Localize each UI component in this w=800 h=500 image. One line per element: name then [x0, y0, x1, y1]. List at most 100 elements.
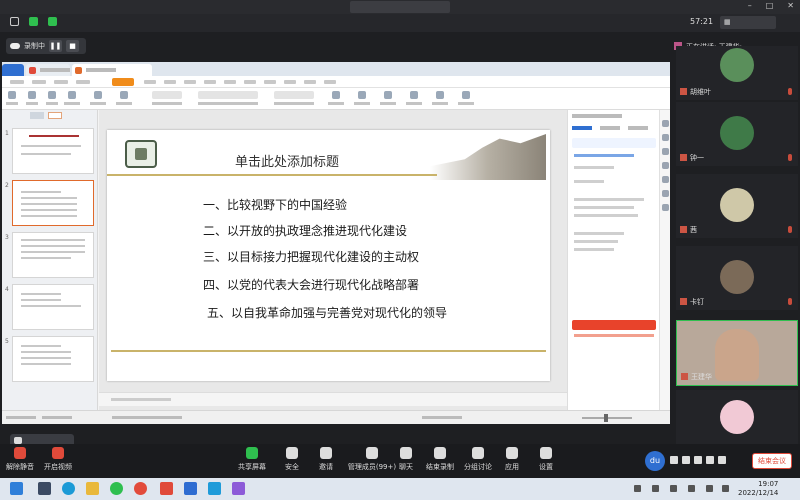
- ime-settings-icon[interactable]: [718, 456, 726, 464]
- maximize-icon[interactable]: □: [766, 1, 774, 10]
- shared-screen: 1 2 3 4 5 单击此处添加标题 一、比较视野下的中国经验 二、以开放的执政…: [2, 62, 670, 447]
- recording-indicator: 录制中 ❚❚ ■: [6, 38, 86, 54]
- outline-tab[interactable]: [30, 112, 44, 119]
- participant-tile[interactable]: 卡钉: [676, 246, 798, 310]
- side-tool-strip: [659, 110, 670, 410]
- speaker-notes[interactable]: [99, 392, 567, 406]
- group-icon: [472, 447, 484, 459]
- meeting-status-icons: [10, 17, 57, 26]
- pause-recording-button[interactable]: ❚❚: [49, 40, 62, 52]
- tray-icon[interactable]: [634, 485, 641, 492]
- close-icon[interactable]: ✕: [787, 1, 794, 10]
- menu-start-button[interactable]: [112, 78, 134, 86]
- settings-button[interactable]: 设置: [526, 447, 566, 472]
- app-icon[interactable]: [232, 482, 245, 495]
- mic-muted-icon: [788, 298, 792, 305]
- stop-recording-button[interactable]: ■: [66, 40, 79, 52]
- system-clock[interactable]: 19:07 2022/12/14: [738, 480, 778, 498]
- baidu-input-icon[interactable]: du: [645, 451, 665, 471]
- participant-avatar: [720, 116, 754, 150]
- unmute-button[interactable]: 解除静音: [0, 447, 40, 472]
- info-icon[interactable]: [10, 17, 19, 26]
- participant-avatar: [720, 260, 754, 294]
- app-icon[interactable]: [184, 482, 197, 495]
- slide-title[interactable]: 单击此处添加标题: [235, 151, 339, 170]
- invite-button[interactable]: 邀请: [306, 447, 346, 472]
- edge-icon[interactable]: [62, 482, 75, 495]
- system-title-bar: – □ ✕: [0, 0, 800, 14]
- participant-tile[interactable]: 茜: [676, 174, 798, 238]
- participant-tile-active-speaker[interactable]: 王建华: [676, 320, 798, 386]
- tray-icon[interactable]: [652, 485, 659, 492]
- participant-name: 卡钉: [680, 297, 704, 307]
- status-bar: [2, 410, 670, 424]
- task-view-icon[interactable]: [38, 482, 51, 495]
- tray-icon[interactable]: [688, 485, 695, 492]
- warning-text: [574, 334, 654, 337]
- mic-off-icon: [14, 447, 26, 459]
- slide-thumbnail[interactable]: [12, 336, 94, 382]
- tray-icon[interactable]: [670, 485, 677, 492]
- participant-name: 钟一: [680, 153, 704, 163]
- mic-muted-icon: [788, 154, 792, 161]
- footer-divider: [111, 350, 546, 352]
- network-icon[interactable]: [48, 17, 57, 26]
- download-button[interactable]: [572, 320, 656, 330]
- slide-thumbnail[interactable]: [12, 128, 94, 174]
- gear-icon: [540, 447, 552, 459]
- wps-taskbar-icon[interactable]: [160, 482, 173, 495]
- participant-video: [715, 329, 759, 381]
- stop-recording-toolbar-button[interactable]: 结束录制: [420, 447, 460, 472]
- tab-document-1[interactable]: [26, 64, 70, 76]
- tool-icon[interactable]: [662, 120, 669, 127]
- ime-mode-icon[interactable]: [670, 456, 678, 464]
- slide-item: 四、以党的代表大会进行现代化战略部署: [203, 278, 420, 292]
- clock-date: 2022/12/14: [738, 489, 779, 497]
- slides-tab[interactable]: [48, 112, 62, 119]
- tab-home[interactable]: [2, 64, 24, 76]
- chrome-icon[interactable]: [134, 482, 147, 495]
- video-button[interactable]: 开启视频: [38, 447, 78, 472]
- ime-skin-icon[interactable]: [706, 456, 714, 464]
- current-slide[interactable]: 单击此处添加标题 一、比较视野下的中国经验 二、以开放的执政理念推进现代化建设 …: [107, 130, 550, 381]
- wechat-icon[interactable]: [110, 482, 123, 495]
- tray-icon[interactable]: [722, 485, 729, 492]
- view-switch-button[interactable]: ▦: [720, 16, 776, 29]
- windows-start-icon[interactable]: [10, 482, 23, 495]
- tray-icon[interactable]: [706, 485, 713, 492]
- wps-tab-bar: [2, 62, 670, 76]
- viewing-screen-banner: [350, 1, 450, 13]
- slide-item: 五、以自我革命加强与完善党对现代化的领导: [207, 306, 448, 320]
- tool-icon[interactable]: [662, 190, 669, 197]
- slide-canvas: 单击此处添加标题 一、比较视野下的中国经验 二、以开放的执政理念推进现代化建设 …: [99, 110, 567, 410]
- participant-avatar: [720, 188, 754, 222]
- end-meeting-button[interactable]: 结束会议: [752, 453, 792, 469]
- slide-thumbnail-selected[interactable]: [12, 180, 94, 226]
- tab-document-2[interactable]: [72, 64, 152, 76]
- participant-tile[interactable]: [676, 390, 798, 444]
- folder-icon[interactable]: [86, 482, 99, 495]
- tool-icon[interactable]: [662, 148, 669, 155]
- shield-icon[interactable]: [29, 17, 38, 26]
- chat-icon: [400, 447, 412, 459]
- ime-keyboard-icon[interactable]: [694, 456, 702, 464]
- share-screen-button[interactable]: 共享屏幕: [232, 447, 272, 472]
- participant-tile[interactable]: 胡维叶: [676, 46, 798, 100]
- tool-icon[interactable]: [662, 176, 669, 183]
- slide-thumbnail[interactable]: [12, 232, 94, 278]
- mic-muted-icon: [788, 88, 792, 95]
- participant-tile[interactable]: 钟一: [676, 102, 798, 166]
- app-icon[interactable]: [208, 482, 221, 495]
- slide-item: 三、以目标接力把握现代化建设的主动权: [203, 250, 420, 264]
- input-method-tools: [670, 456, 726, 464]
- record-icon: [434, 447, 446, 459]
- tool-icon[interactable]: [662, 134, 669, 141]
- minimize-icon[interactable]: –: [748, 1, 752, 10]
- zoom-slider[interactable]: [582, 414, 632, 422]
- ime-punctuation-icon[interactable]: [682, 456, 690, 464]
- slide-thumbnail[interactable]: [12, 284, 94, 330]
- members-icon: [366, 447, 378, 459]
- tool-icon[interactable]: [662, 204, 669, 211]
- share-screen-icon: [246, 447, 258, 459]
- tool-icon[interactable]: [662, 162, 669, 169]
